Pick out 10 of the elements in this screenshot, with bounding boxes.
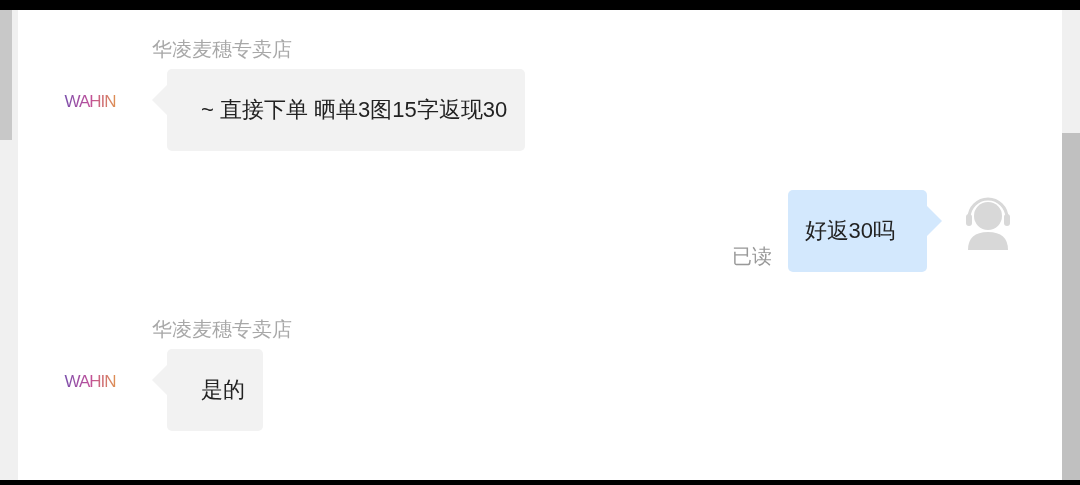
scrollbar-thumb[interactable] — [1062, 133, 1080, 480]
message-bubble: ~ 直接下单 晒单3图15字返现30 — [167, 69, 526, 151]
message-bubble: 好返30吗 — [787, 190, 927, 272]
sender-name: 华凌麦穗专卖店 — [152, 317, 292, 342]
bubble-tail-icon — [927, 206, 942, 236]
message-bubble: 是的 — [167, 349, 263, 431]
read-status: 已读 — [731, 244, 772, 269]
scrollbar-thumb[interactable] — [0, 10, 12, 140]
sender-name: 华凌麦穗专卖店 — [152, 37, 293, 62]
headset-avatar-icon — [963, 196, 1013, 250]
